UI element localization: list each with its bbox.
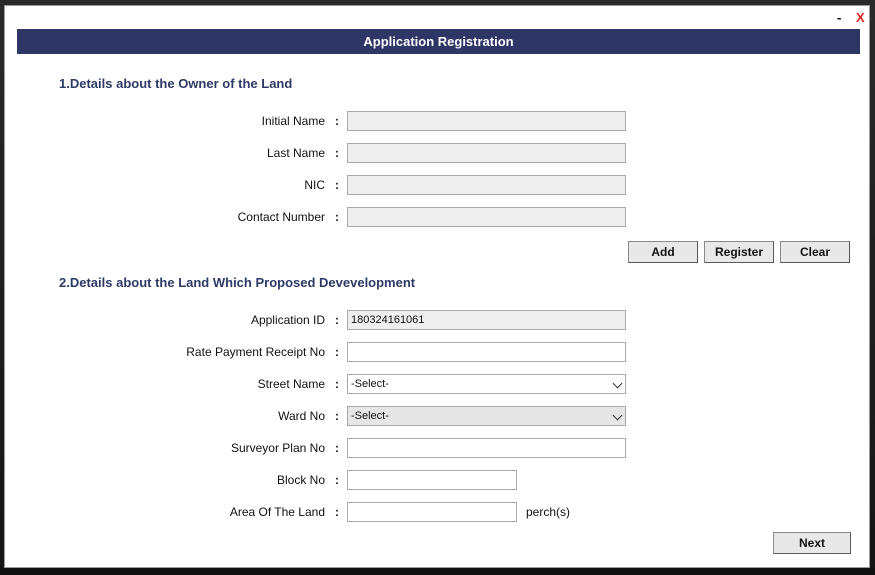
- nic-label: NIC: [304, 178, 325, 192]
- land-area-row: Area Of The Land : perch(s): [5, 502, 871, 524]
- colon: :: [335, 146, 339, 160]
- initial-name-row: Initial Name :: [5, 111, 871, 133]
- nic-input[interactable]: [347, 175, 626, 195]
- add-button[interactable]: Add: [628, 241, 698, 263]
- next-button[interactable]: Next: [773, 532, 851, 554]
- colon: :: [335, 441, 339, 455]
- land-details-heading: 2.Details about the Land Which Proposed …: [59, 275, 416, 290]
- initial-name-label: Initial Name: [261, 114, 325, 128]
- street-name-label: Street Name: [257, 377, 325, 391]
- land-area-label: Area Of The Land: [229, 505, 325, 519]
- contact-number-label: Contact Number: [237, 210, 325, 224]
- application-id-label: Application ID: [250, 313, 325, 327]
- land-area-unit: perch(s): [526, 505, 571, 519]
- taskbar: [0, 568, 875, 575]
- owner-details-heading: 1.Details about the Owner of the Land: [59, 76, 293, 91]
- rate-payment-receipt-row: Rate Payment Receipt No :: [5, 342, 871, 364]
- application-id-row: Application ID : 180324161061: [5, 310, 871, 332]
- colon: :: [335, 473, 339, 487]
- street-name-row: Street Name : -Select-: [5, 374, 871, 396]
- clear-button[interactable]: Clear: [780, 241, 850, 263]
- colon: :: [335, 345, 339, 359]
- block-no-label: Block No: [276, 473, 325, 487]
- rate-payment-receipt-input[interactable]: [347, 342, 626, 362]
- register-button[interactable]: Register: [704, 241, 774, 263]
- colon: :: [335, 409, 339, 423]
- street-name-selected: -Select-: [351, 378, 389, 390]
- colon: :: [335, 114, 339, 128]
- ward-no-row: Ward No : -Select-: [5, 406, 871, 428]
- window-title: Application Registration: [17, 29, 860, 54]
- street-name-select[interactable]: -Select-: [347, 374, 626, 394]
- chevron-down-icon: [612, 378, 623, 389]
- surveyor-plan-label: Surveyor Plan No: [230, 441, 325, 455]
- ward-no-label: Ward No: [278, 409, 325, 423]
- ward-no-selected: -Select-: [351, 410, 389, 422]
- application-id-field: 180324161061: [347, 310, 626, 330]
- close-button[interactable]: X: [856, 10, 865, 26]
- chevron-down-icon: [612, 410, 623, 421]
- colon: :: [335, 377, 339, 391]
- minimize-button[interactable]: -: [837, 10, 841, 26]
- colon: :: [335, 178, 339, 192]
- contact-number-input[interactable]: [347, 207, 626, 227]
- last-name-label: Last Name: [266, 146, 325, 160]
- contact-number-row: Contact Number :: [5, 207, 871, 229]
- block-no-row: Block No :: [5, 470, 871, 492]
- last-name-input[interactable]: [347, 143, 626, 163]
- ward-no-select[interactable]: -Select-: [347, 406, 626, 426]
- last-name-row: Last Name :: [5, 143, 871, 165]
- rate-payment-receipt-label: Rate Payment Receipt No: [186, 345, 325, 359]
- colon: :: [335, 313, 339, 327]
- nic-row: NIC :: [5, 175, 871, 197]
- colon: :: [335, 210, 339, 224]
- surveyor-plan-row: Surveyor Plan No :: [5, 438, 871, 460]
- registration-window: - X Application Registration 1.Details a…: [4, 5, 870, 568]
- land-area-input[interactable]: [347, 502, 517, 522]
- surveyor-plan-input[interactable]: [347, 438, 626, 458]
- block-no-input[interactable]: [347, 470, 517, 490]
- colon: :: [335, 505, 339, 519]
- initial-name-input[interactable]: [347, 111, 626, 131]
